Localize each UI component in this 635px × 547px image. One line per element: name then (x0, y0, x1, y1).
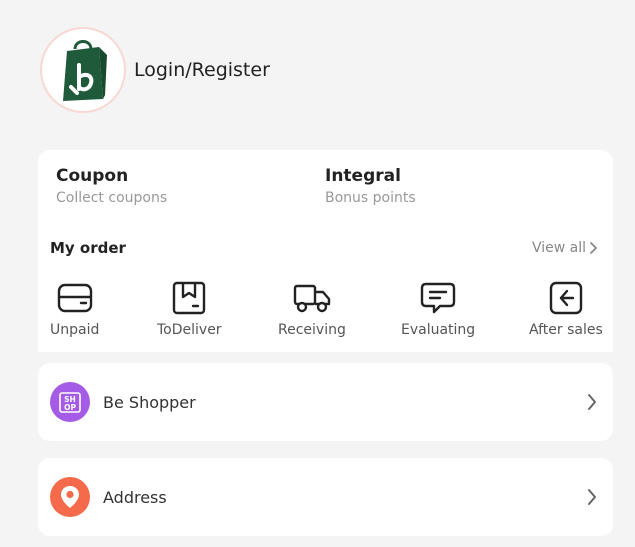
login-register-link[interactable]: Login/Register (134, 59, 270, 81)
order-evaluating[interactable]: Evaluating (401, 280, 475, 338)
location-pin-icon (50, 477, 90, 517)
be-shopper-label: Be Shopper (103, 392, 196, 412)
order-after-sales-label: After sales (529, 322, 603, 338)
comment-icon (420, 282, 456, 314)
integral-subtitle: Bonus points (325, 190, 416, 206)
package-icon (173, 281, 206, 315)
svg-text:OP: OP (64, 403, 76, 412)
return-icon (549, 281, 583, 315)
address-label: Address (103, 487, 167, 507)
be-shopper-row[interactable]: SH OP Be Shopper (38, 363, 613, 441)
account-summary-card: Coupon Collect coupons Integral Bonus po… (38, 150, 613, 352)
order-after-sales[interactable]: After sales (529, 280, 603, 338)
coupon-subtitle: Collect coupons (56, 190, 168, 206)
order-todeliver-label: ToDeliver (157, 322, 222, 338)
avatar[interactable] (40, 27, 126, 113)
chevron-right-icon (590, 242, 597, 254)
view-all-link[interactable]: View all (532, 240, 598, 256)
wallet-icon (57, 283, 92, 313)
address-row[interactable]: Address (38, 458, 613, 536)
order-evaluating-label: Evaluating (401, 322, 476, 338)
my-order-header: My order View all (50, 239, 598, 257)
order-receiving-label: Receiving (278, 322, 346, 338)
shop-icon: SH OP (50, 382, 90, 422)
order-receiving[interactable]: Receiving (278, 280, 346, 338)
my-order-title: My order (50, 239, 126, 257)
view-all-label: View all (531, 240, 586, 256)
integral-stat[interactable]: Integral Bonus points (325, 166, 416, 206)
shopping-bag-logo-icon (63, 40, 107, 101)
coupon-title: Coupon (56, 166, 129, 186)
order-unpaid[interactable]: Unpaid (50, 280, 99, 338)
coupon-stat[interactable]: Coupon Collect coupons (56, 166, 167, 206)
profile-header[interactable]: Login/Register (40, 27, 270, 113)
order-unpaid-label: Unpaid (50, 322, 100, 338)
truck-icon (293, 284, 331, 313)
order-todeliver[interactable]: ToDeliver (157, 280, 222, 338)
integral-title: Integral (325, 166, 401, 186)
chevron-right-icon (588, 489, 596, 505)
chevron-right-icon (588, 394, 596, 410)
